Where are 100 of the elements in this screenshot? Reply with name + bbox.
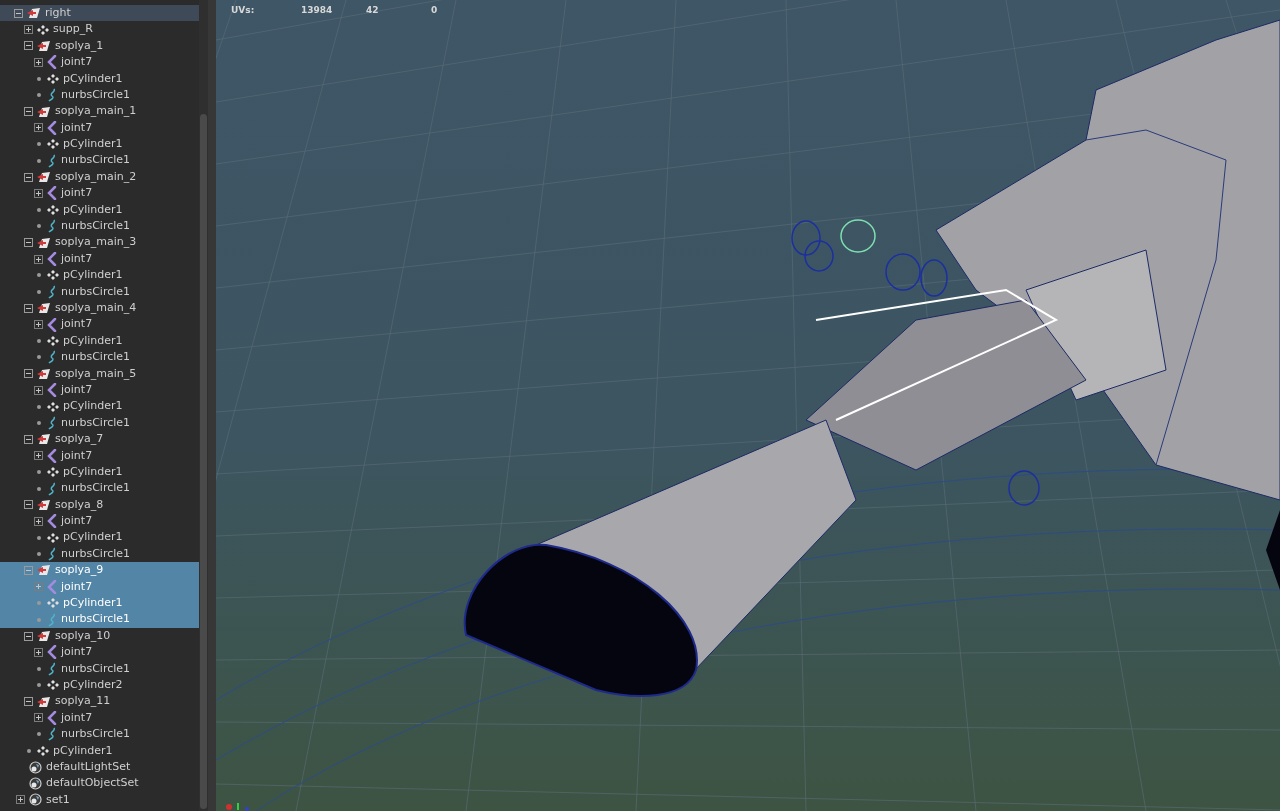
outliner-row[interactable]: joint7 [0,54,199,71]
expand-toggle[interactable] [34,385,43,395]
node-label: soplya_main_5 [55,365,137,382]
node-label: soplya_main_1 [55,103,137,120]
outliner-row[interactable]: pCylinder1 [0,332,199,350]
outliner-row[interactable]: joint7 [0,382,199,399]
collapse-toggle[interactable] [24,107,33,117]
node-label: joint7 [61,644,93,661]
set-row[interactable]: defaultLightSet [0,758,199,776]
outliner-row[interactable]: pCylinder1 [0,742,199,759]
outliner-row[interactable]: nurbsCircle1 [0,480,199,497]
node-label: pCylinder1 [63,267,123,284]
collapse-toggle[interactable] [24,238,33,248]
outliner-row[interactable]: nurbsCircle1 [0,660,199,677]
curve-icon [47,219,57,234]
curve-icon [47,727,57,742]
collapse-toggle[interactable] [14,8,23,18]
outliner-row[interactable]: joint7 [0,119,199,137]
node-label: pCylinder1 [63,70,123,87]
outliner-row[interactable]: right [0,5,199,22]
outliner-row[interactable]: pCylinder1 [0,398,199,415]
expand-toggle[interactable] [34,123,43,133]
outliner-row[interactable]: nurbsCircle1 [0,86,199,104]
node-label: nurbsCircle1 [61,611,131,628]
node-label: joint7 [61,119,93,136]
expand-toggle[interactable] [34,516,43,526]
group-icon [37,171,51,184]
collapse-toggle[interactable] [24,565,33,575]
outliner-row[interactable]: joint7 [0,447,199,464]
outliner-row[interactable]: nurbsCircle1 [0,611,199,628]
outliner-row[interactable]: pCylinder1 [0,463,199,481]
outliner-row[interactable]: pCylinder1 [0,70,199,87]
outliner-row[interactable]: joint7 [0,644,199,661]
expand-toggle[interactable] [24,25,33,35]
set-row[interactable]: set1 [0,791,199,809]
outliner-row[interactable]: pCylinder1 [0,595,199,612]
expand-toggle[interactable] [34,320,43,330]
expand-toggle[interactable] [34,451,43,461]
curve-icon [47,547,57,562]
outliner-row[interactable]: joint7 [0,709,199,727]
outliner-row[interactable]: joint7 [0,185,199,202]
expand-toggle[interactable] [34,189,43,198]
outliner-row[interactable]: soplya_main_5 [0,365,199,382]
group-icon [37,433,51,446]
outliner-row[interactable]: soplya_main_2 [0,168,199,186]
outliner-row[interactable]: joint7 [0,513,199,530]
mesh-icon [37,745,49,756]
node-label: nurbsCircle1 [61,152,131,169]
outliner-row[interactable]: soplya_main_3 [0,234,199,251]
outliner-row[interactable]: pCylinder2 [0,677,199,694]
outliner-row[interactable]: nurbsCircle1 [0,726,199,743]
outliner-row[interactable]: pCylinder1 [0,201,199,219]
outliner-row[interactable]: soplya_main_1 [0,103,199,120]
outliner-row[interactable]: soplya_main_4 [0,300,199,317]
node-label: pCylinder1 [53,742,113,759]
outliner-row[interactable]: nurbsCircle1 [0,545,199,563]
curve-icon [47,88,57,103]
outliner-row[interactable]: supp_R [0,21,199,38]
outliner-row[interactable]: joint7 [0,316,199,333]
joint-icon [47,514,57,529]
outliner-row[interactable]: soplya_10 [0,627,199,645]
outliner-row[interactable]: soplya_11 [0,693,199,710]
set-icon [29,777,42,791]
outliner-row[interactable]: soplya_8 [0,496,199,514]
collapse-toggle[interactable] [24,434,33,444]
expand-toggle[interactable] [34,582,43,592]
collapse-toggle[interactable] [24,500,33,510]
outliner-row[interactable]: joint7 [0,250,199,268]
node-label: soplya_main_4 [55,300,137,316]
outliner-row[interactable]: pCylinder1 [0,529,199,546]
outliner-row[interactable]: nurbsCircle1 [0,414,199,432]
collapse-toggle[interactable] [24,172,33,182]
outliner-row[interactable]: nurbsCircle1 [0,152,199,169]
collapse-toggle[interactable] [24,303,33,313]
outliner-row[interactable]: nurbsCircle1 [0,283,199,301]
node-label: pCylinder1 [63,332,123,349]
node-label: soplya_1 [55,37,104,54]
outliner-row[interactable]: nurbsCircle1 [0,218,199,235]
hud-label: UVs: [231,4,256,17]
outliner-row[interactable]: soplya_9 [0,562,199,579]
outliner-row[interactable]: pCylinder1 [0,267,199,284]
node-label: pCylinder1 [63,136,123,153]
outliner-row[interactable]: nurbsCircle1 [0,349,199,366]
expand-toggle[interactable] [34,254,43,264]
collapse-toggle[interactable] [24,631,33,641]
node-label: defaultLightSet [46,758,131,775]
set-row[interactable]: defaultObjectSet [0,775,199,792]
collapse-toggle[interactable] [24,369,33,379]
node-label: joint7 [61,54,93,71]
curve-icon [47,284,57,299]
outliner-row[interactable]: pCylinder1 [0,136,199,153]
expand-toggle[interactable] [34,713,43,723]
outliner-row[interactable]: soplya_1 [0,37,199,55]
expand-toggle[interactable] [16,795,25,805]
outliner-row[interactable]: soplya_7 [0,431,199,448]
scrollbar-thumb[interactable] [200,114,207,809]
expand-toggle[interactable] [34,647,43,657]
collapse-toggle[interactable] [24,41,33,51]
expand-toggle[interactable] [34,57,43,67]
collapse-toggle[interactable] [24,697,33,707]
